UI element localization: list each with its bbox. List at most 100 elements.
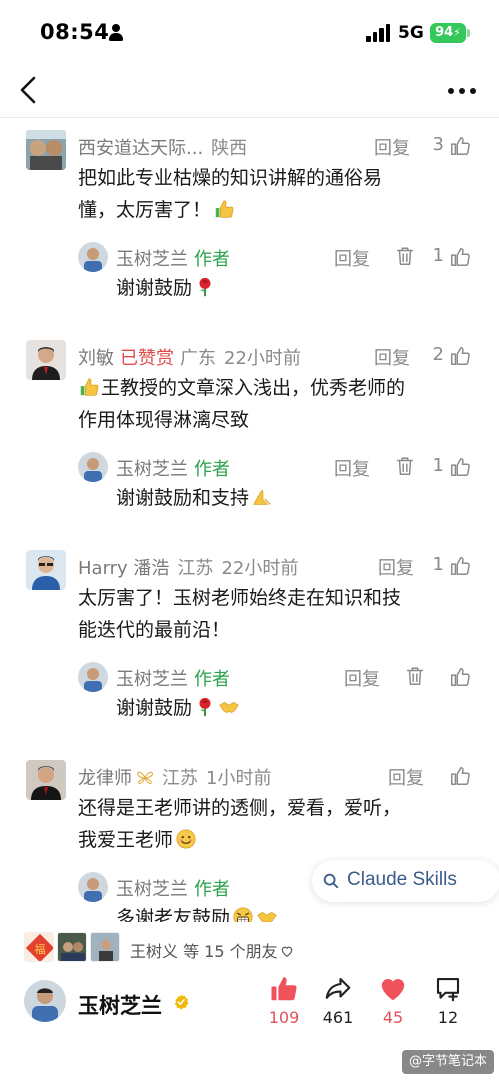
friend-avatar (57, 932, 87, 962)
comment-meta: 西安道达天际... 陕西 (78, 134, 247, 160)
favorite-action-button[interactable]: 45 (371, 974, 415, 1027)
share-count: 461 (322, 1008, 354, 1027)
praying-hands-emoji-icon (253, 490, 271, 505)
author-tag: 作者 (194, 249, 230, 270)
commenter-name[interactable]: Harry 潘浩 (78, 558, 169, 579)
comment-text: 还得是王老师讲的透侧，爱看，爱听， 我爱王老师 (78, 794, 401, 855)
reply-meta: 玉树芝兰 作者 (116, 665, 230, 691)
thumbs-up-icon[interactable] (449, 555, 471, 577)
comment-action-button[interactable]: 12 (426, 974, 470, 1027)
nav-bar (0, 64, 499, 116)
comment-text-line: 懂，太厉害了！ (78, 199, 212, 221)
chevron-left-icon (20, 76, 36, 104)
comment-time: 1小时前 (206, 768, 272, 789)
avatar[interactable] (26, 550, 66, 590)
reply-button[interactable]: 回复 (374, 344, 410, 370)
reply-button[interactable]: 回复 (344, 665, 380, 691)
reply-text: 谢谢鼓励和支持 (116, 484, 273, 513)
comment-location: 江苏 (162, 768, 198, 789)
author-avatar[interactable] (24, 980, 66, 1022)
reply-button[interactable]: 回复 (334, 455, 370, 481)
signal-icon (366, 24, 392, 42)
search-suggestion-pill[interactable]: Claude Skills (312, 860, 499, 902)
share-icon (325, 977, 351, 999)
comment-text-line: 作用体现得淋漓尽致 (78, 409, 250, 431)
thumbs-up-icon[interactable] (449, 666, 471, 688)
tipped-badge: 已赞赏 (120, 348, 174, 369)
author-tag: 作者 (194, 459, 230, 480)
reply-button[interactable]: 回复 (378, 554, 414, 580)
more-options-button[interactable] (442, 72, 482, 108)
avatar[interactable] (26, 340, 66, 380)
rose-emoji-icon (199, 277, 211, 297)
thumbs-up-emoji-icon (215, 200, 234, 218)
thumbs-up-icon[interactable] (449, 345, 471, 367)
commenter-name[interactable]: 西安道达天际... (78, 138, 203, 159)
trash-icon[interactable] (394, 455, 416, 477)
trash-icon[interactable] (394, 245, 416, 267)
grin-emoji-icon (233, 907, 253, 922)
like-action-button[interactable]: 109 (262, 974, 306, 1027)
like-count: 1 (432, 245, 444, 266)
thumbs-up-icon[interactable] (449, 456, 471, 478)
thumbs-up-icon[interactable] (449, 765, 471, 787)
comment-text-line: 把如此专业枯燥的知识讲解的通俗易 (78, 167, 383, 189)
author-name[interactable]: 玉树芝兰 (78, 990, 162, 1020)
comment-list[interactable]: 西安道达天际... 陕西 回复 3 把如此专业枯燥的知识讲解的通俗易 懂，太厉害了… (0, 118, 499, 922)
comment-text-line: 还得是王老师讲的透侧，爱看，爱听， (78, 797, 402, 819)
like-count: 1 (432, 455, 444, 476)
comment-text-line: 太厉害了！玉树老师始终走在知识和技 (78, 587, 402, 609)
like-count: 2 (432, 344, 444, 365)
rose-emoji-icon (199, 697, 211, 717)
reply-author-name[interactable]: 玉树芝兰 (116, 669, 188, 690)
reply-avatar[interactable] (78, 242, 108, 272)
comment-location: 江苏 (177, 558, 214, 579)
commenter-name[interactable]: 龙律师 (78, 768, 132, 789)
trash-icon[interactable] (404, 665, 426, 687)
reply-avatar[interactable] (78, 662, 108, 692)
heart-filled-icon (381, 979, 405, 1001)
smile-emoji-icon (176, 829, 196, 849)
thumbs-up-icon[interactable] (449, 246, 471, 268)
reply-text-content: 多谢老友鼓励 (116, 907, 231, 922)
friends-liked-row[interactable]: 福 王树义 等 15 个朋友 (24, 932, 324, 964)
reply-text-content: 谢谢鼓励和支持 (116, 487, 250, 509)
reply-button[interactable]: 回复 (388, 764, 424, 790)
like-count: 3 (432, 134, 444, 155)
person-icon (108, 24, 124, 42)
network-label: 5G (398, 23, 424, 43)
reply-text: 多谢老友鼓励 (116, 904, 278, 922)
reply-avatar[interactable] (78, 452, 108, 482)
author-tag: 作者 (194, 669, 230, 690)
battery-level: 94 (435, 25, 454, 40)
favorite-count: 45 (382, 1008, 404, 1027)
share-action-button[interactable]: 461 (316, 974, 360, 1027)
commenter-name[interactable]: 刘敏 (78, 348, 114, 369)
reply-author-name[interactable]: 玉树芝兰 (116, 249, 188, 270)
battery-tip (467, 29, 470, 37)
reply-avatar[interactable] (78, 872, 108, 902)
reply-author-name[interactable]: 玉树芝兰 (116, 879, 188, 900)
comment-text: 把如此专业枯燥的知识讲解的通俗易 懂，太厉害了！ (78, 164, 382, 225)
comment-text-line: 能迭代的最前沿！ (78, 619, 231, 641)
more-dot-icon (448, 88, 454, 94)
friend-avatar (90, 932, 120, 962)
search-icon (323, 873, 339, 889)
thumbs-up-filled-icon (271, 977, 297, 1001)
avatar[interactable] (26, 130, 66, 170)
back-button[interactable] (14, 72, 46, 108)
reply-author-name[interactable]: 玉树芝兰 (116, 459, 188, 480)
comment-add-icon (436, 977, 460, 1002)
thumbs-up-icon[interactable] (449, 135, 471, 157)
comment-meta: Harry 潘浩 江苏 22小时前 (78, 554, 298, 580)
more-dot-icon (470, 88, 476, 94)
avatar[interactable] (26, 760, 66, 800)
search-suggestion-text: Claude Skills (347, 869, 457, 890)
comment-text: 王教授的文章深入浅出，优秀老师的 作用体现得淋漓尽致 (78, 374, 405, 435)
author-tag: 作者 (194, 879, 230, 900)
status-time: 08:54 (40, 20, 110, 44)
friends-liked-text: 王树义 等 15 个朋友 (130, 938, 294, 962)
reply-button[interactable]: 回复 (374, 134, 410, 160)
comment-text-line: 王教授的文章深入浅出，优秀老师的 (101, 377, 406, 399)
reply-button[interactable]: 回复 (334, 245, 370, 271)
